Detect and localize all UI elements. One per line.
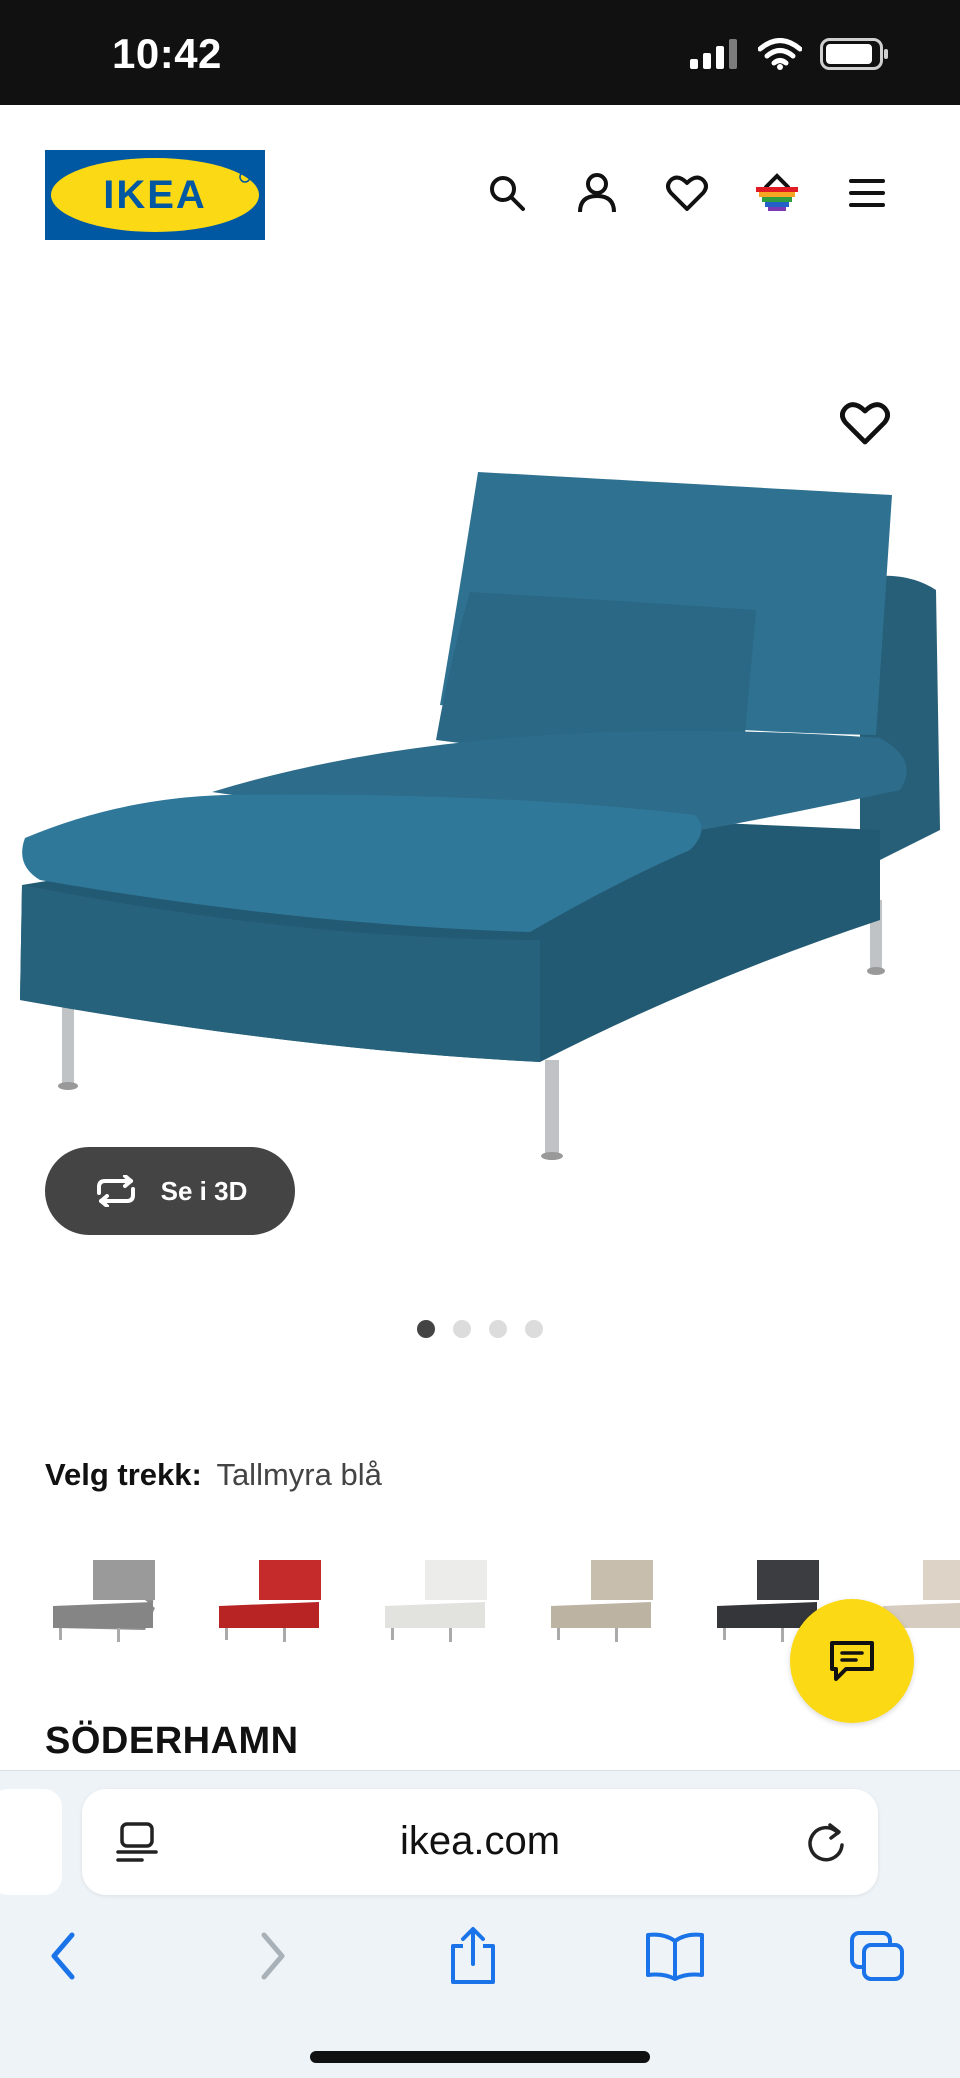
browser-toolbar <box>0 1921 960 2011</box>
forward-icon[interactable] <box>238 1921 308 1991</box>
browser-bar: ikea.com <box>0 1770 960 2078</box>
previous-tab-preview[interactable] <box>0 1789 62 1895</box>
view-3d-label: Se i 3D <box>160 1175 248 1206</box>
chat-icon <box>830 1641 874 1681</box>
search-icon[interactable] <box>484 170 530 216</box>
reload-icon[interactable] <box>804 1819 848 1865</box>
view-3d-button[interactable]: Se i 3D <box>45 1147 295 1235</box>
variant-key: Velg trekk: <box>45 1457 202 1492</box>
swatch-white[interactable] <box>377 1548 497 1648</box>
chat-button[interactable] <box>790 1599 914 1723</box>
home-indicator <box>310 2051 650 2063</box>
variant-value: Tallmyra blå <box>216 1457 382 1492</box>
swatch-beige[interactable] <box>543 1548 663 1648</box>
wifi-icon <box>758 38 802 70</box>
address-bar[interactable]: ikea.com <box>82 1789 878 1895</box>
ikea-logo[interactable]: IKEA <box>45 150 265 240</box>
wishlist-icon[interactable] <box>664 170 710 216</box>
swatch-grey[interactable] <box>45 1548 165 1648</box>
rotate-3d-icon <box>96 1175 135 1207</box>
swatch-red[interactable] <box>211 1548 331 1648</box>
variant-label: Velg trekk: Tallmyra blå <box>45 1457 382 1493</box>
menu-icon[interactable] <box>844 170 890 216</box>
back-icon[interactable] <box>28 1921 98 1991</box>
status-time: 10:42 <box>112 30 222 77</box>
signal-icon <box>690 39 737 69</box>
bookmarks-icon[interactable] <box>640 1921 710 1991</box>
image-dot[interactable] <box>417 1320 435 1338</box>
status-icons <box>690 38 890 70</box>
url-text: ikea.com <box>399 1819 561 1863</box>
tabs-icon[interactable] <box>842 1921 912 1991</box>
account-icon[interactable] <box>574 170 620 216</box>
cart-icon[interactable] <box>754 170 800 216</box>
image-pagination <box>0 1320 960 1338</box>
add-to-wishlist-icon[interactable] <box>840 400 890 450</box>
svg-text:IKEA: IKEA <box>103 173 207 217</box>
image-dot[interactable] <box>525 1320 543 1338</box>
product-image[interactable] <box>0 360 960 1220</box>
status-bar: 10:42 <box>0 0 960 105</box>
product-name: SÖDERHAMN <box>45 1720 299 1762</box>
battery-icon <box>820 38 888 70</box>
share-icon[interactable] <box>438 1921 508 1991</box>
image-dot[interactable] <box>453 1320 471 1338</box>
site-header: IKEA <box>0 105 960 285</box>
image-dot[interactable] <box>489 1320 507 1338</box>
header-nav <box>484 170 890 216</box>
